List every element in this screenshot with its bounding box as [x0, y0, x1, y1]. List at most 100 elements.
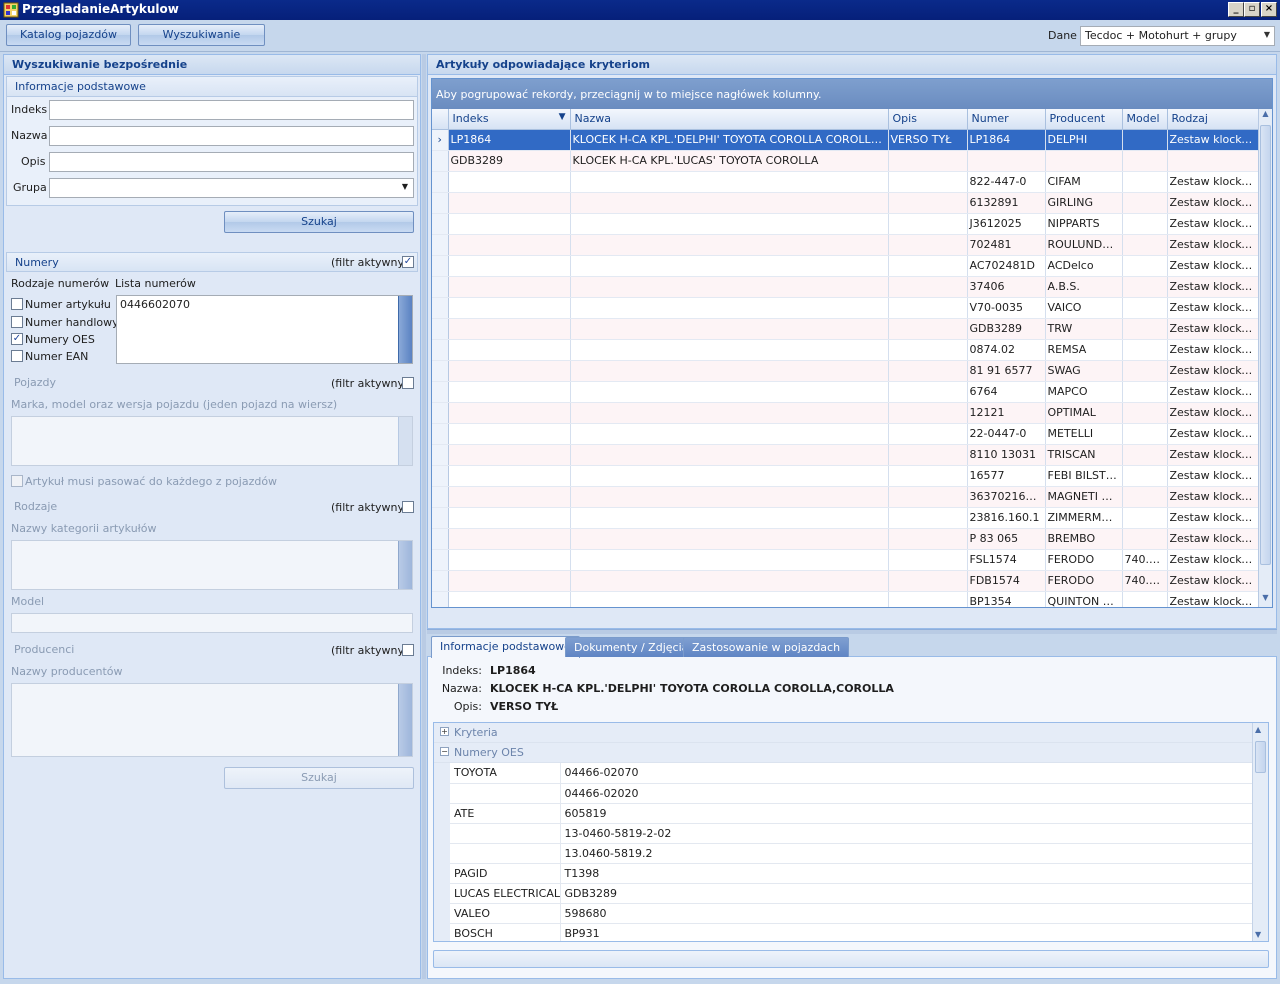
rodzaje-filter-checkbox[interactable] — [402, 501, 414, 513]
oes-row[interactable]: 13.0460-5819.2 — [434, 843, 1252, 864]
column-header-opis[interactable]: Opis — [888, 109, 968, 130]
cell-opis[interactable] — [888, 486, 968, 508]
table-row[interactable]: 6132891GIRLING Zestaw klocków hamulcowych — [432, 192, 1259, 214]
katalog-pojazdow-button[interactable]: Katalog pojazdów — [6, 24, 131, 46]
row-indicator[interactable] — [432, 570, 449, 592]
table-row[interactable]: 37406A.B.S. Zestaw klocków hamulcowych — [432, 276, 1259, 298]
cell-producent[interactable]: MAGNETI MARELLI — [1045, 486, 1123, 508]
row-indicator[interactable] — [432, 423, 449, 445]
cell-opis[interactable] — [888, 360, 968, 382]
row-indicator[interactable] — [432, 318, 449, 340]
cell-numer[interactable]: 363702161107 — [967, 486, 1046, 508]
cell-numer[interactable]: 81 91 6577 — [967, 360, 1046, 382]
oes-row[interactable]: PAGID T1398 — [434, 863, 1252, 884]
column-header-indeks[interactable]: Indeks ▼ — [448, 109, 571, 130]
table-row[interactable]: 822-447-0CIFAM Zestaw klocków hamulcowych — [432, 171, 1259, 193]
results-scroll-thumb[interactable] — [1260, 125, 1271, 565]
cell-rodzaj[interactable]: Zestaw klocków hamulcowych — [1167, 129, 1259, 151]
cell-numer[interactable]: AC702481D — [967, 255, 1046, 277]
row-indicator[interactable] — [432, 339, 449, 361]
cell-model[interactable]: 740.0000 — [1122, 549, 1168, 571]
row-indicator[interactable] — [432, 591, 449, 607]
dane-select[interactable]: Tecdoc + Motohurt + grupy ▼ — [1080, 26, 1275, 46]
cell-nazwa[interactable] — [570, 591, 889, 607]
cell-opis[interactable] — [888, 507, 968, 529]
tab-zastosowanie-w-pojazdach[interactable]: Zastosowanie w pojazdach — [683, 637, 850, 657]
cell-numer[interactable]: 6764 — [967, 381, 1046, 403]
cell-nazwa[interactable] — [570, 213, 889, 235]
column-header-rodzaj[interactable]: Rodzaj — [1167, 109, 1259, 130]
cell-opis[interactable] — [888, 234, 968, 256]
model-input[interactable] — [11, 613, 413, 633]
cell-opis[interactable] — [888, 297, 968, 319]
row-indicator[interactable] — [432, 444, 449, 466]
cell-producent[interactable]: VAICO — [1045, 297, 1123, 319]
column-header-producent[interactable]: Producent — [1045, 109, 1123, 130]
cell-nazwa[interactable] — [570, 360, 889, 382]
cell-producent[interactable]: BREMBO — [1045, 528, 1123, 550]
cell-producent[interactable]: ACDelco — [1045, 255, 1123, 277]
cell-numer[interactable]: 16577 — [967, 465, 1046, 487]
cell-producent[interactable]: REMSA — [1045, 339, 1123, 361]
cell-model[interactable] — [1122, 276, 1168, 298]
row-indicator[interactable] — [432, 465, 449, 487]
cell-indeks[interactable] — [448, 465, 571, 487]
scroll-down-icon[interactable]: ▼ — [1259, 593, 1272, 607]
table-row[interactable]: 22-0447-0METELLI Zestaw klocków hamulcowy… — [432, 423, 1259, 445]
kryteria-category[interactable]: + Kryteria — [434, 723, 1268, 743]
oes-number[interactable]: 13.0460-5819.2 — [560, 843, 1252, 864]
cell-indeks[interactable] — [448, 297, 571, 319]
cell-producent[interactable]: ZIMMERMANN — [1045, 507, 1123, 529]
cell-nazwa[interactable] — [570, 507, 889, 529]
row-indicator[interactable] — [432, 507, 449, 529]
cell-rodzaj[interactable]: Zestaw klocków hamulcowych — [1167, 339, 1259, 361]
filter-icon[interactable]: ▼ — [559, 112, 566, 122]
cell-rodzaj[interactable]: Zestaw klocków hamulcowych — [1167, 318, 1259, 340]
table-row[interactable]: 23816.160.1ZIMMERMANN Zestaw klocków hamu… — [432, 507, 1259, 529]
rodzaje-scrollbar[interactable] — [398, 541, 412, 589]
cell-nazwa[interactable] — [570, 255, 889, 277]
cell-numer[interactable]: 8110 13031 — [967, 444, 1046, 466]
producenci-scrollbar[interactable] — [398, 684, 412, 756]
table-row[interactable]: 12121OPTIMAL Zestaw klocków hamulcowych — [432, 402, 1259, 424]
cell-numer[interactable]: GDB3289 — [967, 318, 1046, 340]
oes-number[interactable]: 598680 — [560, 903, 1252, 924]
cell-producent[interactable]: DELPHI — [1045, 129, 1123, 151]
cell-numer[interactable]: 0874.02 — [967, 339, 1046, 361]
nazwa-input[interactable] — [49, 126, 414, 146]
indeks-input[interactable] — [49, 100, 414, 120]
cell-producent[interactable]: TRISCAN — [1045, 444, 1123, 466]
cell-indeks[interactable] — [448, 444, 571, 466]
cell-model[interactable] — [1122, 507, 1168, 529]
cell-indeks[interactable] — [448, 423, 571, 445]
cell-nazwa[interactable] — [570, 528, 889, 550]
cell-model[interactable]: 740.0000 — [1122, 570, 1168, 592]
cell-indeks[interactable] — [448, 171, 571, 193]
cell-indeks[interactable] — [448, 276, 571, 298]
row-indicator[interactable] — [432, 192, 449, 214]
row-indicator[interactable] — [432, 297, 449, 319]
cell-nazwa[interactable] — [570, 444, 889, 466]
producenci-filter-checkbox[interactable] — [402, 644, 414, 656]
cell-opis[interactable] — [888, 423, 968, 445]
tab-informacje-podstawowe[interactable]: Informacje podstawowe — [431, 636, 580, 658]
cell-numer[interactable] — [967, 150, 1046, 172]
table-row[interactable]: P 83 065BREMBO Zestaw klocków hamulcowych — [432, 528, 1259, 550]
vertical-splitter[interactable] — [422, 54, 426, 979]
cell-model[interactable] — [1122, 423, 1168, 445]
cell-nazwa[interactable] — [570, 381, 889, 403]
cell-numer[interactable]: FSL1574 — [967, 549, 1046, 571]
cell-model[interactable] — [1122, 402, 1168, 424]
cell-nazwa[interactable] — [570, 318, 889, 340]
cell-producent[interactable]: NIPPARTS — [1045, 213, 1123, 235]
row-indicator[interactable] — [432, 276, 449, 298]
cell-nazwa[interactable] — [570, 171, 889, 193]
scroll-down-icon[interactable]: ▼ — [1255, 930, 1261, 939]
row-indicator[interactable] — [432, 402, 449, 424]
cell-model[interactable] — [1122, 465, 1168, 487]
cell-opis[interactable]: VERSO TYŁ — [888, 129, 968, 151]
cell-indeks[interactable] — [448, 486, 571, 508]
szukaj-producenci-button[interactable]: Szukaj — [224, 767, 414, 789]
cell-producent[interactable]: CIFAM — [1045, 171, 1123, 193]
table-row[interactable]: › LP1864 KLOCEK H-CA KPL.'DELPHI' TOYOTA C… — [432, 129, 1259, 151]
